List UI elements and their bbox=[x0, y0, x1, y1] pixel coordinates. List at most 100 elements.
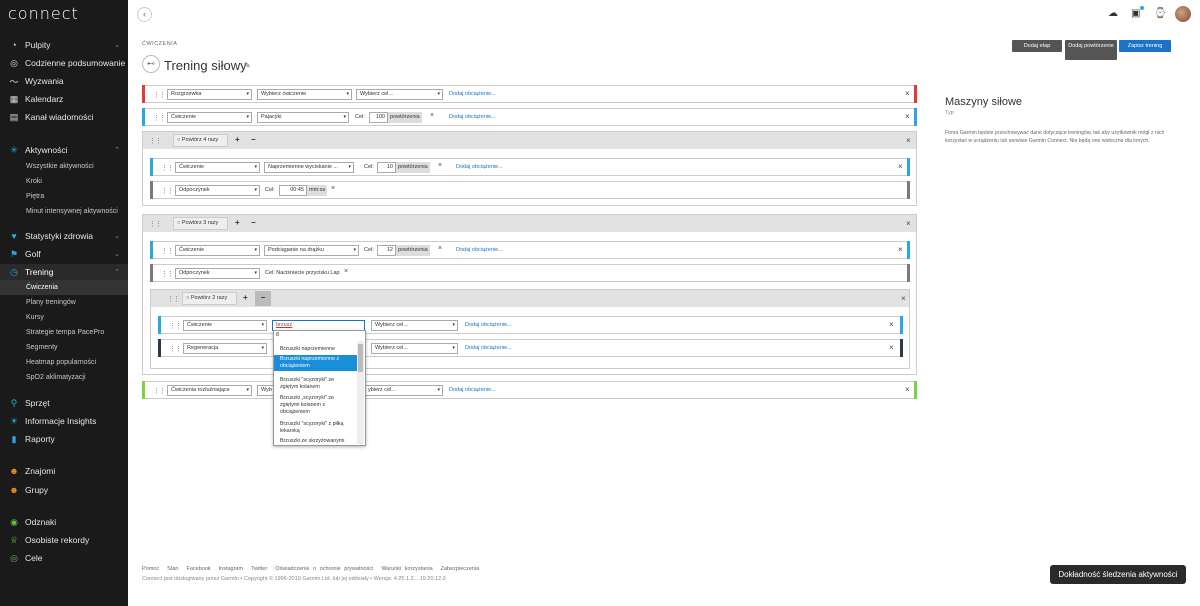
edit-pencil-icon[interactable]: ✎ bbox=[244, 61, 251, 70]
footer-link[interactable]: Instagram bbox=[219, 566, 243, 572]
sidebar-subitem-floors[interactable]: Piętra bbox=[0, 189, 128, 204]
add-load-link[interactable]: Dodaj obciążenie... bbox=[456, 164, 503, 170]
dropdown-option[interactable]: Brzuszki "scyzoryki" z piłką lekarską bbox=[274, 420, 358, 436]
step-type-select[interactable]: Ćwiczenie ▾ bbox=[175, 245, 260, 256]
delete-step-icon[interactable]: × bbox=[905, 385, 910, 394]
delete-step-icon[interactable]: × bbox=[905, 112, 910, 121]
cloud-upload-icon[interactable]: ☁ bbox=[1108, 8, 1118, 19]
sidebar-subitem-spo2[interactable]: SpO2 aklimatyzacji bbox=[0, 370, 128, 385]
step-type-select[interactable]: Ćwiczenie ▾ bbox=[183, 320, 267, 331]
target-value-input[interactable]: 100 bbox=[369, 112, 388, 123]
save-workout-button[interactable]: Zapisz trening bbox=[1119, 40, 1171, 52]
exercise-select[interactable]: Naprzemienne wyciskanie ... ▾ bbox=[264, 162, 354, 173]
clear-target-icon[interactable]: × bbox=[344, 268, 348, 275]
delete-step-icon[interactable]: × bbox=[889, 320, 894, 329]
sidebar-item-training[interactable]: ◷ Trening ⌃ bbox=[0, 264, 128, 280]
repeat-count-select[interactable]: ○ Powtórz 4 razy bbox=[173, 134, 228, 147]
step-type-select[interactable]: Regeneracja ▾ bbox=[183, 343, 267, 354]
exercise-select[interactable]: Wybierz ćwiczenie ▾ bbox=[257, 89, 352, 100]
add-load-link[interactable]: Dodaj obciążenie... bbox=[449, 114, 496, 120]
sidebar-subitem-steps[interactable]: Kroki bbox=[0, 174, 128, 189]
delete-repeat-icon[interactable]: × bbox=[901, 294, 906, 303]
add-step-button[interactable]: Dodaj etap bbox=[1012, 40, 1062, 52]
sidebar-item-newsfeed[interactable]: ▤ Kanał wiadomości bbox=[0, 109, 128, 125]
clear-target-icon[interactable]: × bbox=[430, 112, 434, 119]
footer-link[interactable]: Facebook bbox=[186, 566, 210, 572]
breadcrumb[interactable]: ĆWICZENIA bbox=[142, 41, 177, 47]
target-value-input[interactable]: 12 bbox=[377, 245, 396, 256]
drag-handle-icon[interactable]: ⋮⋮ bbox=[161, 187, 174, 195]
dropdown-option[interactable]: Brzuszki naprzemienne z obciążeniem bbox=[274, 355, 358, 371]
clear-target-icon[interactable]: × bbox=[438, 162, 442, 169]
delete-step-icon[interactable]: × bbox=[905, 89, 910, 98]
target-select[interactable]: Wybierz cel... ▾ bbox=[356, 89, 443, 100]
clear-target-icon[interactable]: × bbox=[331, 185, 335, 192]
footer-link[interactable]: Oświadczenie o ochronie prywatności bbox=[275, 566, 373, 572]
step-type-select[interactable]: Odpoczynek ▾ bbox=[175, 268, 260, 279]
sidebar-subitem-pacepro[interactable]: Strategie tempa PacePro bbox=[0, 325, 128, 340]
delete-step-icon[interactable]: × bbox=[889, 343, 894, 352]
remove-from-repeat-button[interactable]: − bbox=[251, 135, 256, 144]
sidebar-item-activities[interactable]: ✳ Aktywności ⌃ bbox=[0, 142, 128, 158]
add-load-link[interactable]: Dodaj obciążenie... bbox=[465, 345, 512, 351]
add-load-link[interactable]: Dodaj obciążenie... bbox=[456, 247, 503, 253]
dropdown-option[interactable]: Brzuszki „scyzoryki" ze zgiętymi kolanem… bbox=[274, 394, 358, 417]
sidebar-item-badges[interactable]: ◉ Odznaki bbox=[0, 514, 128, 530]
step-type-select[interactable]: Ćwiczenie ▾ bbox=[167, 112, 252, 123]
sidebar-item-reports[interactable]: ▮ Raporty bbox=[0, 431, 128, 447]
add-to-repeat-button[interactable]: + bbox=[235, 135, 240, 144]
watch-icon[interactable]: ⌚ bbox=[1154, 8, 1166, 19]
add-to-repeat-button[interactable]: + bbox=[243, 293, 248, 302]
target-select[interactable]: ybierz cel... ▾ bbox=[365, 385, 443, 396]
target-select[interactable]: Wybierz cel... ▾ bbox=[371, 343, 458, 354]
footer-link[interactable]: Twitter bbox=[251, 566, 267, 572]
drag-handle-icon[interactable]: ⋮⋮ bbox=[161, 164, 174, 172]
sidebar-item-groups[interactable]: ☻ Grupy bbox=[0, 482, 128, 498]
sidebar-item-insights[interactable]: ☀ Informacje Insights bbox=[0, 413, 128, 429]
delete-step-icon[interactable]: × bbox=[898, 162, 903, 171]
sidebar-subitem-segments[interactable]: Segmenty bbox=[0, 340, 128, 355]
sidebar-subitem-workouts[interactable]: Ćwiczenia bbox=[0, 280, 128, 295]
inbox-icon[interactable]: ▣ bbox=[1131, 8, 1140, 19]
back-button[interactable]: ‹ bbox=[137, 7, 152, 22]
sidebar-item-gear[interactable]: ⚲ Sprzęt bbox=[0, 395, 128, 411]
dropdown-search-field[interactable]: 8 bbox=[276, 332, 356, 341]
remove-from-repeat-button[interactable]: − bbox=[255, 291, 271, 306]
sidebar-subitem-courses[interactable]: Kursy bbox=[0, 310, 128, 325]
sidebar-subitem-heatmap[interactable]: Heatmap popularności bbox=[0, 355, 128, 370]
drag-handle-icon[interactable]: ⋮⋮ bbox=[153, 91, 166, 99]
sidebar-subitem-intensity-minutes[interactable]: Minut intensywnej aktywności bbox=[0, 204, 128, 219]
step-type-select[interactable]: Odpoczynek ▾ bbox=[175, 185, 260, 196]
dropdown-option[interactable]: Brzuszki ze skrzyżowanymi bbox=[274, 437, 358, 446]
target-value-input[interactable]: 00:45 bbox=[279, 185, 307, 196]
sidebar-subitem-all-activities[interactable]: Wszystkie aktywności bbox=[0, 159, 128, 174]
repeat-count-select[interactable]: ○ Powtórz 2 razy bbox=[182, 292, 237, 305]
sidebar-item-goals[interactable]: ◎ Cele bbox=[0, 550, 128, 566]
delete-repeat-icon[interactable]: × bbox=[906, 219, 911, 228]
target-select[interactable]: Wybierz cel... ▾ bbox=[371, 320, 458, 331]
drag-handle-icon[interactable]: ⋮⋮ bbox=[161, 270, 174, 278]
target-value-input[interactable]: 10 bbox=[377, 162, 396, 173]
step-type-select[interactable]: Ćwiczenia rozluźniające ▾ bbox=[167, 385, 252, 396]
dropdown-scrollbar[interactable] bbox=[357, 341, 364, 444]
sidebar-subitem-training-plans[interactable]: Plany treningów bbox=[0, 295, 128, 310]
repeat-count-select[interactable]: ○ Powtórz 3 razy bbox=[173, 217, 228, 230]
sidebar-item-dashboards[interactable]: ◔ Pulpity ⌄ bbox=[0, 37, 128, 53]
exercise-select[interactable]: Podciąganie na drążku ▾ bbox=[264, 245, 359, 256]
drag-handle-icon[interactable]: ⋮⋮ bbox=[153, 114, 166, 122]
activity-tracking-accuracy-button[interactable]: Dokładność śledzenia aktywności bbox=[1050, 565, 1186, 584]
drag-handle-icon[interactable]: ⋮⋮ bbox=[161, 247, 174, 255]
add-to-repeat-button[interactable]: + bbox=[235, 218, 240, 227]
clear-target-icon[interactable]: × bbox=[438, 245, 442, 252]
step-type-select[interactable]: Rozgrzewka ▾ bbox=[167, 89, 252, 100]
sidebar-item-friends[interactable]: ☻ Znajomi bbox=[0, 463, 128, 479]
sidebar-item-records[interactable]: ♕ Osobiste rekordy bbox=[0, 532, 128, 548]
remove-from-repeat-button[interactable]: − bbox=[251, 218, 256, 227]
sidebar-item-health-stats[interactable]: ♥ Statystyki zdrowia ⌄ bbox=[0, 228, 128, 244]
drag-handle-icon[interactable]: ⋮⋮ bbox=[169, 345, 182, 353]
delete-step-icon[interactable]: × bbox=[898, 245, 903, 254]
sidebar-item-golf[interactable]: ⚑ Golf ⌄ bbox=[0, 246, 128, 262]
drag-handle-icon[interactable]: ⋮⋮ bbox=[167, 295, 180, 303]
footer-link[interactable]: Stan bbox=[167, 566, 178, 572]
footer-link[interactable]: Pomoc bbox=[142, 566, 159, 572]
